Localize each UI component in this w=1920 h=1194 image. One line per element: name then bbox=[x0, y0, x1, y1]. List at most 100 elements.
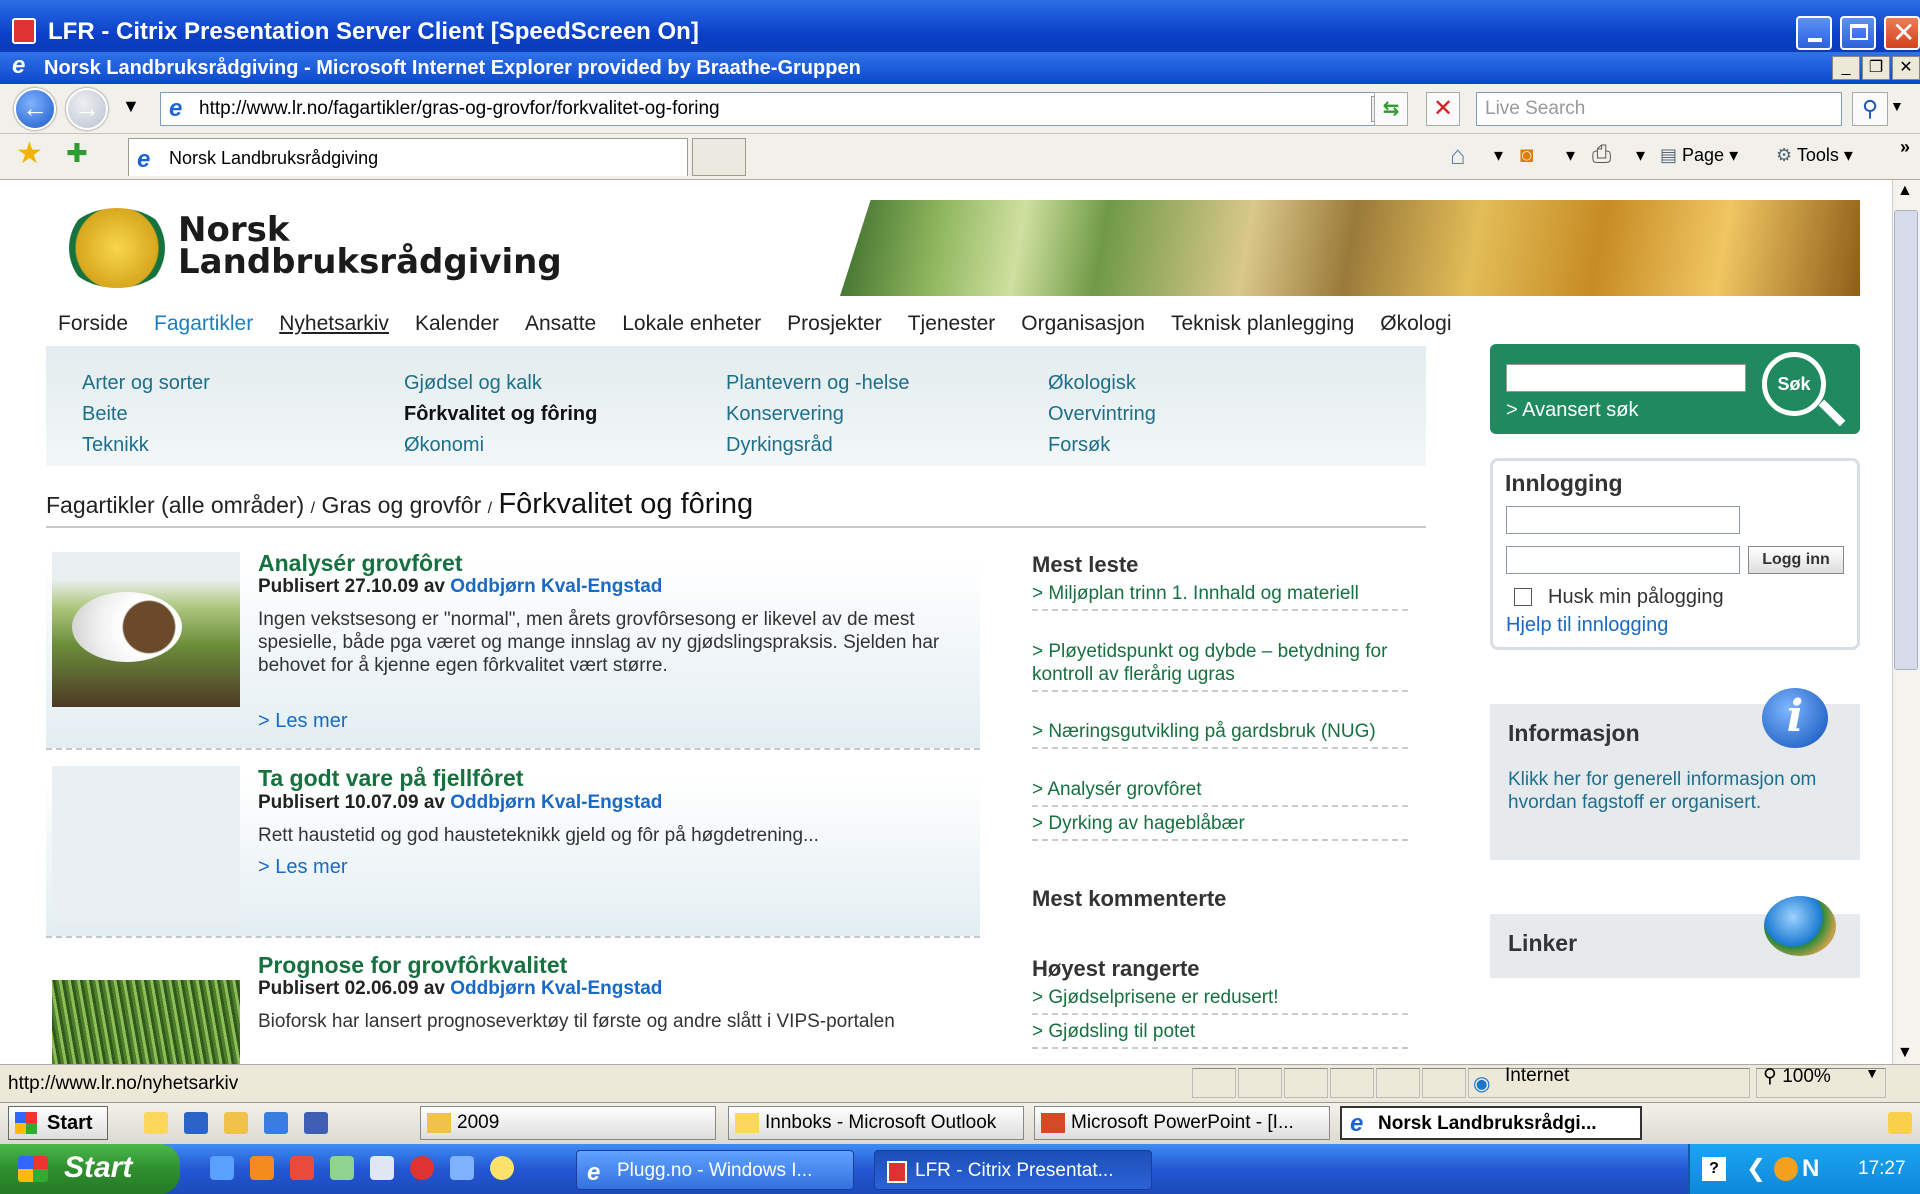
tools-menu[interactable]: ⚙ Tools ▾ bbox=[1776, 140, 1853, 170]
ie-restore-button[interactable]: ❐ bbox=[1862, 56, 1890, 80]
remote-task-outlook[interactable]: Innboks - Microsoft Outlook bbox=[728, 1106, 1024, 1140]
most-read-link-3[interactable]: > Næringsgutvikling på gardsbruk (NUG) bbox=[1032, 720, 1408, 749]
info-link[interactable]: Klikk her for generell informasjon om hv… bbox=[1508, 768, 1848, 814]
article-author-link-3[interactable]: Oddbjørn Kval-Engstad bbox=[450, 978, 662, 999]
ie-minimize-button[interactable]: _ bbox=[1832, 56, 1860, 80]
nav-prosjekter[interactable]: Prosjekter bbox=[787, 312, 882, 335]
subnav-forsok[interactable]: Forsøk bbox=[1048, 434, 1110, 457]
article-thumbnail-bale[interactable] bbox=[52, 552, 240, 707]
scrollbar-thumb[interactable] bbox=[1894, 210, 1918, 670]
top-rated-link-1[interactable]: > Gjødselprisene er redusert! bbox=[1032, 986, 1408, 1015]
citrix-minimize-button[interactable] bbox=[1796, 16, 1832, 50]
app-quicklaunch-icon[interactable] bbox=[290, 1156, 314, 1180]
most-read-link-1[interactable]: > Miljøplan trinn 1. Innhald og materiel… bbox=[1032, 582, 1408, 611]
word-quicklaunch-icon[interactable] bbox=[304, 1112, 328, 1134]
task-plugg[interactable]: e Plugg.no - Windows I... bbox=[576, 1150, 854, 1190]
search-options-icon[interactable]: ▼ bbox=[1890, 98, 1904, 114]
app-quicklaunch-icon[interactable] bbox=[410, 1156, 434, 1180]
refresh-button[interactable]: ⇆ bbox=[1374, 92, 1408, 126]
start-button[interactable]: Start bbox=[0, 1144, 180, 1194]
home-dropdown-icon[interactable]: ▾ bbox=[1494, 140, 1503, 170]
nav-organisasjon[interactable]: Organisasjon bbox=[1021, 312, 1145, 335]
citrix-maximize-button[interactable] bbox=[1840, 16, 1876, 50]
new-tab-button[interactable] bbox=[692, 138, 746, 176]
nav-ansatte[interactable]: Ansatte bbox=[525, 312, 596, 335]
username-field[interactable] bbox=[1506, 506, 1740, 534]
article-read-more-1[interactable]: > Les mer bbox=[258, 710, 347, 733]
nav-forside[interactable]: Forside bbox=[58, 312, 128, 335]
tray-app-icon[interactable] bbox=[1774, 1157, 1798, 1181]
help-tray-icon[interactable]: ? bbox=[1702, 1157, 1726, 1181]
zoom-control[interactable]: ⚲ 100% ▼ bbox=[1756, 1065, 1886, 1098]
breadcrumb-fagartikler[interactable]: Fagartikler (alle områder) bbox=[46, 492, 304, 518]
print-dropdown-icon[interactable]: ▾ bbox=[1636, 140, 1645, 170]
favorites-star-icon[interactable]: ★ bbox=[16, 136, 43, 171]
chevron-left-icon[interactable]: ❮ bbox=[1746, 1144, 1766, 1194]
ie-quicklaunch-icon[interactable] bbox=[264, 1112, 288, 1134]
app-quicklaunch-icon[interactable] bbox=[370, 1156, 394, 1180]
login-button[interactable]: Logg inn bbox=[1748, 546, 1844, 574]
folder-quicklaunch-icon[interactable] bbox=[224, 1112, 248, 1134]
home-icon[interactable]: ⌂ bbox=[1450, 140, 1466, 170]
address-bar[interactable]: e http://www.lr.no/fagartikler/gras-og-g… bbox=[160, 92, 1400, 126]
site-brand[interactable]: Norsk Landbruksrådgiving bbox=[178, 213, 562, 279]
site-logo[interactable] bbox=[62, 208, 172, 288]
subnav-plantevern[interactable]: Plantevern og -helse bbox=[726, 372, 909, 395]
tab-norsk-landbruksradgiving[interactable]: e Norsk Landbruksrådgiving bbox=[128, 138, 688, 176]
most-read-link-4[interactable]: > Analysér grovfôret bbox=[1032, 778, 1408, 807]
print-icon[interactable]: ⎙ bbox=[1592, 140, 1611, 170]
back-button[interactable]: ← bbox=[14, 88, 56, 130]
forward-button[interactable]: → bbox=[66, 88, 108, 130]
article-thumbnail-grass[interactable] bbox=[52, 980, 240, 1064]
subnav-dyrkingsrad[interactable]: Dyrkingsråd bbox=[726, 434, 833, 457]
outlook-quicklaunch-icon[interactable] bbox=[144, 1112, 168, 1134]
feeds-icon[interactable]: ◙ bbox=[1520, 140, 1533, 170]
remote-tray-icon[interactable] bbox=[1888, 1112, 1912, 1134]
nav-okologi[interactable]: Økologi bbox=[1380, 312, 1451, 335]
site-search-button[interactable]: Søk bbox=[1762, 352, 1846, 427]
firefox-quicklaunch-icon[interactable] bbox=[250, 1156, 274, 1180]
subnav-forkvalitet-og-foring[interactable]: Fôrkvalitet og fôring bbox=[404, 403, 597, 426]
stop-button[interactable]: ✕ bbox=[1426, 92, 1460, 126]
nav-fagartikler[interactable]: Fagartikler bbox=[154, 312, 253, 335]
task-citrix[interactable]: LFR - Citrix Presentat... bbox=[874, 1150, 1152, 1190]
subnav-gjodsel-og-kalk[interactable]: Gjødsel og kalk bbox=[404, 372, 542, 395]
article-author-link-1[interactable]: Oddbjørn Kval-Engstad bbox=[450, 576, 662, 597]
history-dropdown-icon[interactable]: ▼ bbox=[122, 96, 140, 117]
article-thumbnail-empty[interactable] bbox=[52, 766, 240, 921]
page-menu[interactable]: ▤ Page ▾ bbox=[1660, 140, 1738, 170]
advanced-search-link[interactable]: > Avansert søk bbox=[1506, 399, 1638, 422]
app-quicklaunch-icon[interactable] bbox=[490, 1156, 514, 1180]
article-read-more-2[interactable]: > Les mer bbox=[258, 856, 347, 879]
subnav-teknikk[interactable]: Teknikk bbox=[82, 434, 149, 457]
remember-login-checkbox[interactable] bbox=[1514, 588, 1532, 606]
password-field[interactable] bbox=[1506, 546, 1740, 574]
most-read-link-5[interactable]: > Dyrking av hageblåbær bbox=[1032, 812, 1408, 841]
ie-quicklaunch-icon[interactable] bbox=[210, 1156, 234, 1180]
breadcrumb-gras-og-grovfor[interactable]: Gras og grovfôr bbox=[321, 492, 481, 518]
add-favorite-icon[interactable]: ✚ bbox=[66, 138, 88, 169]
remote-task-ie[interactable]: e Norsk Landbruksrådgi... bbox=[1340, 1106, 1642, 1140]
subnav-overvintring[interactable]: Overvintring bbox=[1048, 403, 1156, 426]
remote-task-powerpoint[interactable]: Microsoft PowerPoint - [I... bbox=[1034, 1106, 1330, 1140]
subnav-okonomi[interactable]: Økonomi bbox=[404, 434, 484, 457]
scroll-down-icon[interactable]: ▼ bbox=[1897, 1044, 1913, 1062]
nav-tjenester[interactable]: Tjenester bbox=[908, 312, 996, 335]
tray-n-icon[interactable]: N bbox=[1802, 1144, 1819, 1194]
security-zone[interactable]: ◉ Internet bbox=[1468, 1065, 1750, 1098]
subnav-okologisk[interactable]: Økologisk bbox=[1048, 372, 1136, 395]
nav-kalender[interactable]: Kalender bbox=[415, 312, 499, 335]
desktop-quicklaunch-icon[interactable] bbox=[184, 1112, 208, 1134]
chevron-more-icon[interactable]: » bbox=[1900, 132, 1910, 162]
scroll-up-icon[interactable]: ▲ bbox=[1897, 182, 1913, 200]
nav-lokale-enheter[interactable]: Lokale enheter bbox=[622, 312, 761, 335]
subnav-konservering[interactable]: Konservering bbox=[726, 403, 844, 426]
feeds-dropdown-icon[interactable]: ▾ bbox=[1566, 140, 1575, 170]
nav-nyhetsarkiv[interactable]: Nyhetsarkiv bbox=[279, 312, 389, 335]
article-title-1[interactable]: Analysér grovfôret bbox=[258, 550, 463, 577]
citrix-close-button[interactable]: ✕ bbox=[1884, 16, 1920, 50]
remote-task-folder-2009[interactable]: 2009 bbox=[420, 1106, 716, 1140]
article-title-3[interactable]: Prognose for grovfôrkvalitet bbox=[258, 952, 567, 979]
nav-teknisk-planlegging[interactable]: Teknisk planlegging bbox=[1171, 312, 1354, 335]
remote-start-button[interactable]: Start bbox=[8, 1106, 108, 1140]
